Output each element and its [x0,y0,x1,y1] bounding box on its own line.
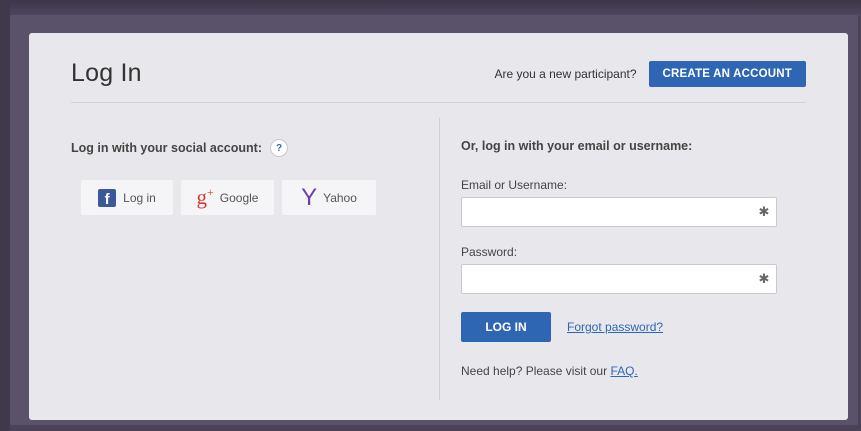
password-manager-icon[interactable]: ✱ [756,271,772,287]
header-actions: Are you a new participant? CREATE AN ACC… [494,61,806,87]
facebook-icon: f [98,188,117,207]
facebook-login-label: Log in [123,190,156,205]
column-divider [439,118,440,400]
page-title: Log In [71,59,142,87]
login-button[interactable]: LOG IN [461,312,551,342]
password-label: Password: [461,245,518,259]
social-heading-text: Log in with your social account: [71,141,262,155]
username-label: Email or Username: [461,178,568,192]
forgot-password-link[interactable]: Forgot password? [567,320,663,334]
header-divider [71,102,806,103]
google-plus-icon: g+ [196,185,214,209]
yahoo-login-label: Yahoo [323,190,357,205]
password-manager-icon[interactable]: ✱ [756,204,772,220]
create-account-button[interactable]: CREATE AN ACCOUNT [648,61,806,87]
google-login-button[interactable]: g+ Google [181,180,274,215]
google-login-label: Google [219,190,259,205]
backdrop-left [0,0,10,431]
social-buttons: f Log in g+ Google Y Yahoo [81,180,376,215]
yahoo-login-button[interactable]: Y Yahoo [282,180,376,215]
password-field[interactable]: ✱ [461,264,777,294]
yahoo-icon: Y [301,183,318,211]
username-field[interactable]: ✱ [461,197,777,227]
help-icon[interactable]: ? [270,139,288,157]
email-login-heading: Or, log in with your email or username: [461,139,693,153]
help-text: Need help? Please visit our [461,364,608,378]
social-login-heading: Log in with your social account: ? [71,139,288,157]
backdrop-top [0,0,861,16]
faq-link[interactable]: FAQ. [610,364,637,378]
login-card: Log In Are you a new participant? CREATE… [29,33,848,420]
facebook-login-button[interactable]: f Log in [81,180,173,215]
help-line: Need help? Please visit our FAQ. [461,364,638,378]
new-participant-text: Are you a new participant? [494,67,637,81]
